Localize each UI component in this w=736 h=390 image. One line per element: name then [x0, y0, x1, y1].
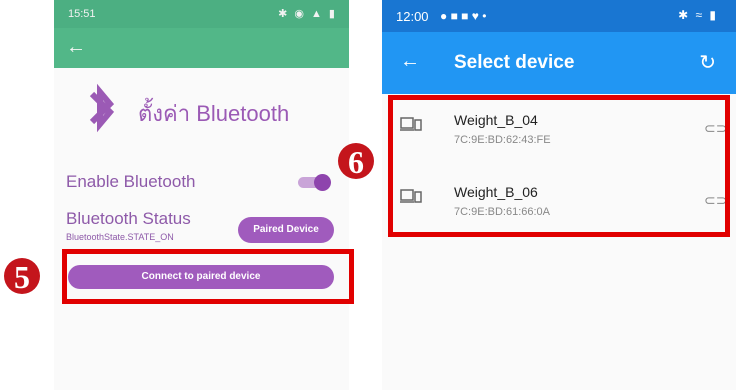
enable-bluetooth-label: Enable Bluetooth [66, 172, 196, 191]
status-icons: ✱ ≈ ▮ [678, 8, 718, 22]
bluetooth-logo-icon [82, 80, 120, 136]
step-badge-5: 5 [4, 258, 40, 295]
bluetooth-settings-screen: 15:51 ✱ ◉ ▲ ▮ ← ตั้งค่า Bluetooth Enable… [54, 0, 349, 390]
step-badge-6: 6 [338, 143, 374, 180]
notification-icons: ● ■ ■ ♥ • [440, 9, 487, 23]
highlight-box-devices [388, 95, 730, 237]
bluetooth-status-value: BluetoothState.STATE_ON [66, 232, 174, 242]
status-icons: ✱ ◉ ▲ ▮ [278, 8, 337, 20]
back-arrow-icon[interactable]: ← [66, 36, 86, 59]
page-title: Select device [454, 52, 575, 73]
paired-device-button[interactable]: Paired Device [238, 217, 334, 243]
page-title: ตั้งค่า Bluetooth [138, 101, 290, 126]
status-time: 12:00 [396, 9, 429, 24]
back-arrow-icon[interactable]: ← [400, 50, 420, 73]
app-bar: ← [54, 28, 349, 68]
refresh-icon[interactable]: ↻ [699, 50, 716, 75]
toggle-thumb[interactable] [314, 174, 331, 191]
status-time: 15:51 [68, 8, 96, 20]
status-bar: 15:51 ✱ ◉ ▲ ▮ [54, 0, 349, 28]
bluetooth-status-label: Bluetooth Status [66, 209, 191, 228]
status-bar: 12:00 ● ■ ■ ♥ • ✱ ≈ ▮ [382, 0, 736, 32]
app-bar: ← Select device ↻ [382, 32, 736, 94]
highlight-box-connect [62, 249, 354, 304]
